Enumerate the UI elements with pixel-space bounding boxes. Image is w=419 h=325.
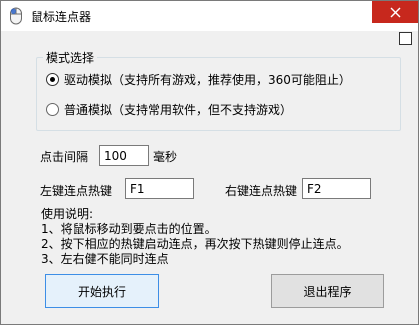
usage-title: 使用说明: — [41, 207, 94, 221]
close-button[interactable] — [372, 1, 418, 23]
right-hotkey-input[interactable]: F2 — [302, 178, 371, 199]
close-icon — [390, 7, 400, 17]
radio-normal-mode[interactable]: 普通模拟（支持常用软件，但不支持游戏） — [46, 101, 292, 118]
corner-checkbox[interactable] — [399, 32, 412, 45]
usage-line-3: 3、左右健不能同时连点 — [41, 252, 169, 266]
radio-driver-mode-label: 驱动模拟（支持所有游戏，推荐使用，360可能阻止） — [64, 73, 351, 87]
app-window: 鼠标连点器 模式选择 驱动模拟（支持所有游戏，推荐使用，360可能阻止） 普通模… — [0, 0, 419, 325]
interval-unit: 毫秒 — [153, 150, 178, 164]
mode-groupbox — [36, 57, 401, 131]
right-hotkey-label: 右键连点热键 — [225, 184, 298, 198]
usage-line-1: 1、将鼠标移动到要点击的位置。 — [41, 222, 217, 236]
left-hotkey-input[interactable]: F1 — [125, 178, 194, 199]
interval-input[interactable]: 100 — [99, 145, 149, 166]
mouse-icon — [9, 7, 23, 25]
window-title: 鼠标连点器 — [31, 10, 92, 24]
mode-group-title: 模式选择 — [43, 49, 98, 66]
start-button[interactable]: 开始执行 — [45, 274, 159, 308]
usage-instructions: 使用说明: 1、将鼠标移动到要点击的位置。 2、按下相应的热键启动连点，再次按下… — [41, 207, 349, 267]
exit-button[interactable]: 退出程序 — [271, 274, 384, 308]
radio-button-selected[interactable] — [46, 73, 59, 86]
interval-label: 点击间隔 — [40, 150, 89, 164]
title-bar[interactable]: 鼠标连点器 — [1, 1, 418, 31]
usage-line-2: 2、按下相应的热键启动连点，再次按下热键则停止连点。 — [41, 237, 349, 251]
radio-normal-mode-label: 普通模拟（支持常用软件，但不支持游戏） — [64, 103, 293, 117]
left-hotkey-label: 左键连点热键 — [40, 184, 113, 198]
radio-button-unselected[interactable] — [46, 103, 59, 116]
radio-driver-mode[interactable]: 驱动模拟（支持所有游戏，推荐使用，360可能阻止） — [46, 71, 351, 88]
